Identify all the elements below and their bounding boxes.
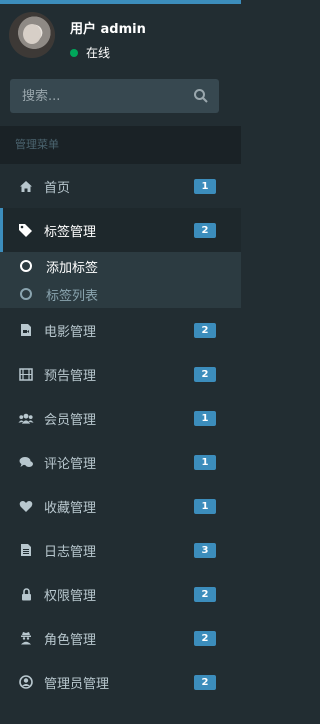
user-name: 用户 admin xyxy=(70,22,146,37)
user-panel: 用户 admin 在线 xyxy=(0,4,241,76)
status-label: 在线 xyxy=(86,46,111,60)
submenu-item-label: 标签列表 xyxy=(46,288,99,304)
count-badge: 1 xyxy=(194,411,216,426)
file-text-icon xyxy=(18,542,34,558)
sidebar-item-admins[interactable]: 管理员管理 2 xyxy=(0,660,241,704)
sidebar-item-roles[interactable]: 角色管理 2 xyxy=(0,616,241,660)
home-icon xyxy=(18,178,34,194)
sidebar-item-favorites[interactable]: 收藏管理 1 xyxy=(0,484,241,528)
tags-icon xyxy=(18,222,34,238)
search-form xyxy=(0,76,241,126)
search-box xyxy=(10,79,219,113)
user-status: 在线 xyxy=(70,44,110,61)
submenu-item-label: 添加标签 xyxy=(46,260,99,276)
count-badge: 2 xyxy=(194,367,216,382)
sidebar-item-label: 会员管理 xyxy=(44,412,97,428)
sidebar-item-label: 日志管理 xyxy=(44,544,97,560)
circle-icon xyxy=(20,288,32,300)
count-badge: 1 xyxy=(194,499,216,514)
sidebar-item-movies[interactable]: 电影管理 2 xyxy=(0,308,241,352)
sidebar-item-label: 角色管理 xyxy=(44,632,97,648)
file-video-icon xyxy=(18,322,34,338)
sidebar-item-tags[interactable]: 标签管理 2 xyxy=(0,208,241,252)
lock-icon xyxy=(18,586,34,602)
sidebar-item-label: 首页 xyxy=(44,180,71,196)
count-badge: 1 xyxy=(194,179,216,194)
count-badge: 3 xyxy=(194,543,216,558)
film-icon xyxy=(18,366,34,382)
sidebar-item-label: 管理员管理 xyxy=(44,676,110,692)
count-badge: 2 xyxy=(194,223,216,238)
comments-icon xyxy=(18,454,34,470)
tags-submenu: 添加标签 标签列表 xyxy=(0,252,241,308)
count-badge: 2 xyxy=(194,631,216,646)
sidebar-item-label: 权限管理 xyxy=(44,588,97,604)
sidebar-item-permissions[interactable]: 权限管理 2 xyxy=(0,572,241,616)
count-badge: 1 xyxy=(194,455,216,470)
count-badge: 2 xyxy=(194,323,216,338)
users-icon xyxy=(18,410,34,426)
sidebar-item-label: 预告管理 xyxy=(44,368,97,384)
count-badge: 2 xyxy=(194,675,216,690)
user-circle-icon xyxy=(18,674,34,690)
user-secret-icon xyxy=(18,630,34,646)
menu-header: 管理菜单 xyxy=(0,126,241,164)
heart-icon xyxy=(18,498,34,514)
sidebar-item-members[interactable]: 会员管理 1 xyxy=(0,396,241,440)
online-status-icon xyxy=(70,48,78,57)
search-input[interactable] xyxy=(10,87,189,105)
sidebar-item-label: 收藏管理 xyxy=(44,500,97,516)
avatar[interactable] xyxy=(9,12,55,58)
search-icon[interactable] xyxy=(193,88,209,104)
sidebar-item-trailers[interactable]: 预告管理 2 xyxy=(0,352,241,396)
sidebar-item-comments[interactable]: 评论管理 1 xyxy=(0,440,241,484)
sidebar-item-label: 电影管理 xyxy=(44,324,97,340)
circle-icon xyxy=(20,260,32,272)
sidebar-item-label: 评论管理 xyxy=(44,456,97,472)
count-badge: 2 xyxy=(194,587,216,602)
sidebar-item-logs[interactable]: 日志管理 3 xyxy=(0,528,241,572)
sidebar-item-home[interactable]: 首页 1 xyxy=(0,164,241,208)
sidebar-item-label: 标签管理 xyxy=(44,224,97,240)
submenu-item-add-tag[interactable]: 添加标签 xyxy=(0,252,241,280)
submenu-item-tag-list[interactable]: 标签列表 xyxy=(0,280,241,308)
